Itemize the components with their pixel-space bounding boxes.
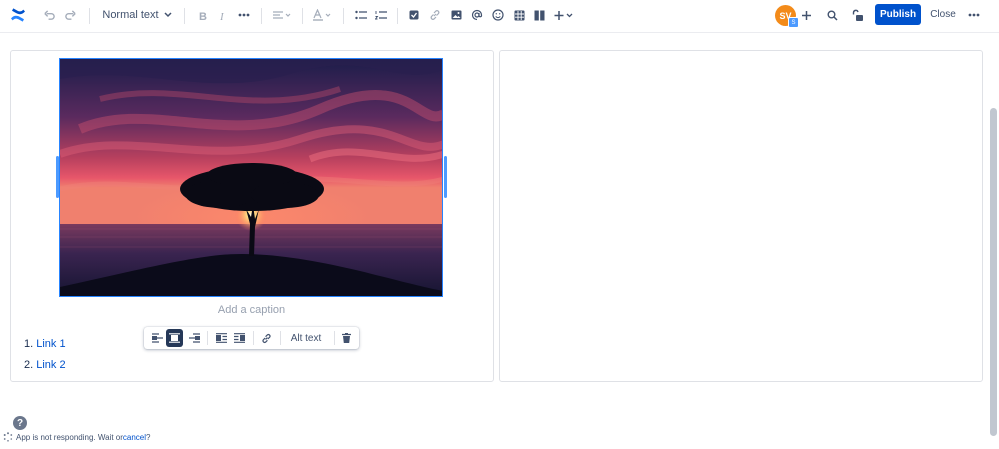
more-actions-icon[interactable]	[966, 0, 982, 30]
image-link-icon[interactable]	[257, 329, 275, 347]
caption-placeholder[interactable]: Add a caption	[59, 304, 444, 316]
spinner-icon	[3, 432, 13, 442]
resize-handle-left[interactable]	[56, 156, 59, 198]
add-collaborator-icon[interactable]	[799, 0, 813, 30]
status-message: App is not responding. Wait or	[16, 432, 123, 442]
italic-icon[interactable]: I	[215, 0, 231, 30]
svg-text:B: B	[199, 11, 207, 21]
cancel-link[interactable]: cancel	[123, 433, 146, 442]
wrap-right-icon[interactable]	[230, 329, 248, 347]
svg-text:I: I	[219, 11, 225, 21]
text-color-icon[interactable]	[310, 0, 334, 30]
bullet-list-icon[interactable]	[353, 0, 369, 30]
toolbar-divider	[89, 8, 90, 24]
text-style-label: Normal text	[102, 9, 159, 21]
resize-handle-right[interactable]	[444, 156, 447, 198]
status-suffix: ?	[146, 432, 151, 442]
publish-button[interactable]: Publish	[875, 4, 921, 25]
numbered-list: 1. Link 1 2. Link 2	[24, 337, 66, 379]
delete-icon[interactable]	[338, 329, 355, 347]
app-not-responding-banner: App is not responding. Wait or cancel ?	[3, 432, 150, 442]
list-number: 2.	[24, 359, 34, 371]
sunset-tree-image[interactable]	[59, 58, 443, 297]
insert-more-icon[interactable]	[553, 0, 575, 30]
alt-text-button[interactable]: Alt text	[283, 329, 329, 347]
mention-icon[interactable]	[469, 0, 485, 30]
link-icon[interactable]	[427, 0, 443, 30]
wrap-left-icon[interactable]	[212, 329, 230, 347]
help-icon[interactable]: ?	[13, 416, 27, 430]
toolbar-divider	[302, 8, 303, 24]
confluence-logo-icon[interactable]	[8, 0, 28, 30]
chevron-down-icon	[164, 12, 172, 18]
layout-column-right[interactable]	[499, 50, 983, 382]
editor-toolbar: Normal text B I SV S Publish Close	[0, 0, 999, 33]
toolbar-divider	[253, 331, 254, 345]
close-button[interactable]: Close	[927, 4, 959, 25]
alignment-icon[interactable]	[270, 0, 294, 30]
list-item: 1. Link 1	[24, 337, 66, 358]
redo-icon[interactable]	[61, 0, 79, 30]
list-link[interactable]: Link 1	[36, 338, 65, 350]
list-number: 1.	[24, 338, 34, 350]
image-floating-toolbar: Alt text	[144, 327, 359, 349]
scrollbar[interactable]	[990, 108, 997, 436]
toolbar-divider	[184, 8, 185, 24]
toolbar-divider	[397, 8, 398, 24]
toolbar-divider	[207, 331, 208, 345]
unlock-icon[interactable]	[849, 0, 865, 30]
list-link[interactable]: Link 2	[36, 359, 65, 371]
toolbar-divider	[343, 8, 344, 24]
table-icon[interactable]	[511, 0, 527, 30]
toolbar-divider	[334, 331, 335, 345]
align-center-icon[interactable]	[166, 329, 183, 347]
align-left-icon[interactable]	[148, 329, 166, 347]
list-item: 2. Link 2	[24, 358, 66, 379]
toolbar-divider	[261, 8, 262, 24]
numbered-list-icon[interactable]	[373, 0, 389, 30]
bold-icon[interactable]: B	[195, 0, 211, 30]
alt-text-label: Alt text	[290, 332, 322, 344]
text-style-dropdown[interactable]: Normal text	[101, 0, 173, 30]
avatar-badge: S	[788, 17, 799, 28]
search-icon[interactable]	[825, 0, 839, 30]
layouts-icon[interactable]	[531, 0, 547, 30]
undo-icon[interactable]	[40, 0, 58, 30]
toolbar-divider	[280, 331, 281, 345]
more-formatting-icon[interactable]	[236, 0, 252, 30]
align-right-icon[interactable]	[185, 329, 203, 347]
emoji-icon[interactable]	[490, 0, 506, 30]
action-item-icon[interactable]	[406, 0, 422, 30]
image-icon[interactable]	[448, 0, 464, 30]
